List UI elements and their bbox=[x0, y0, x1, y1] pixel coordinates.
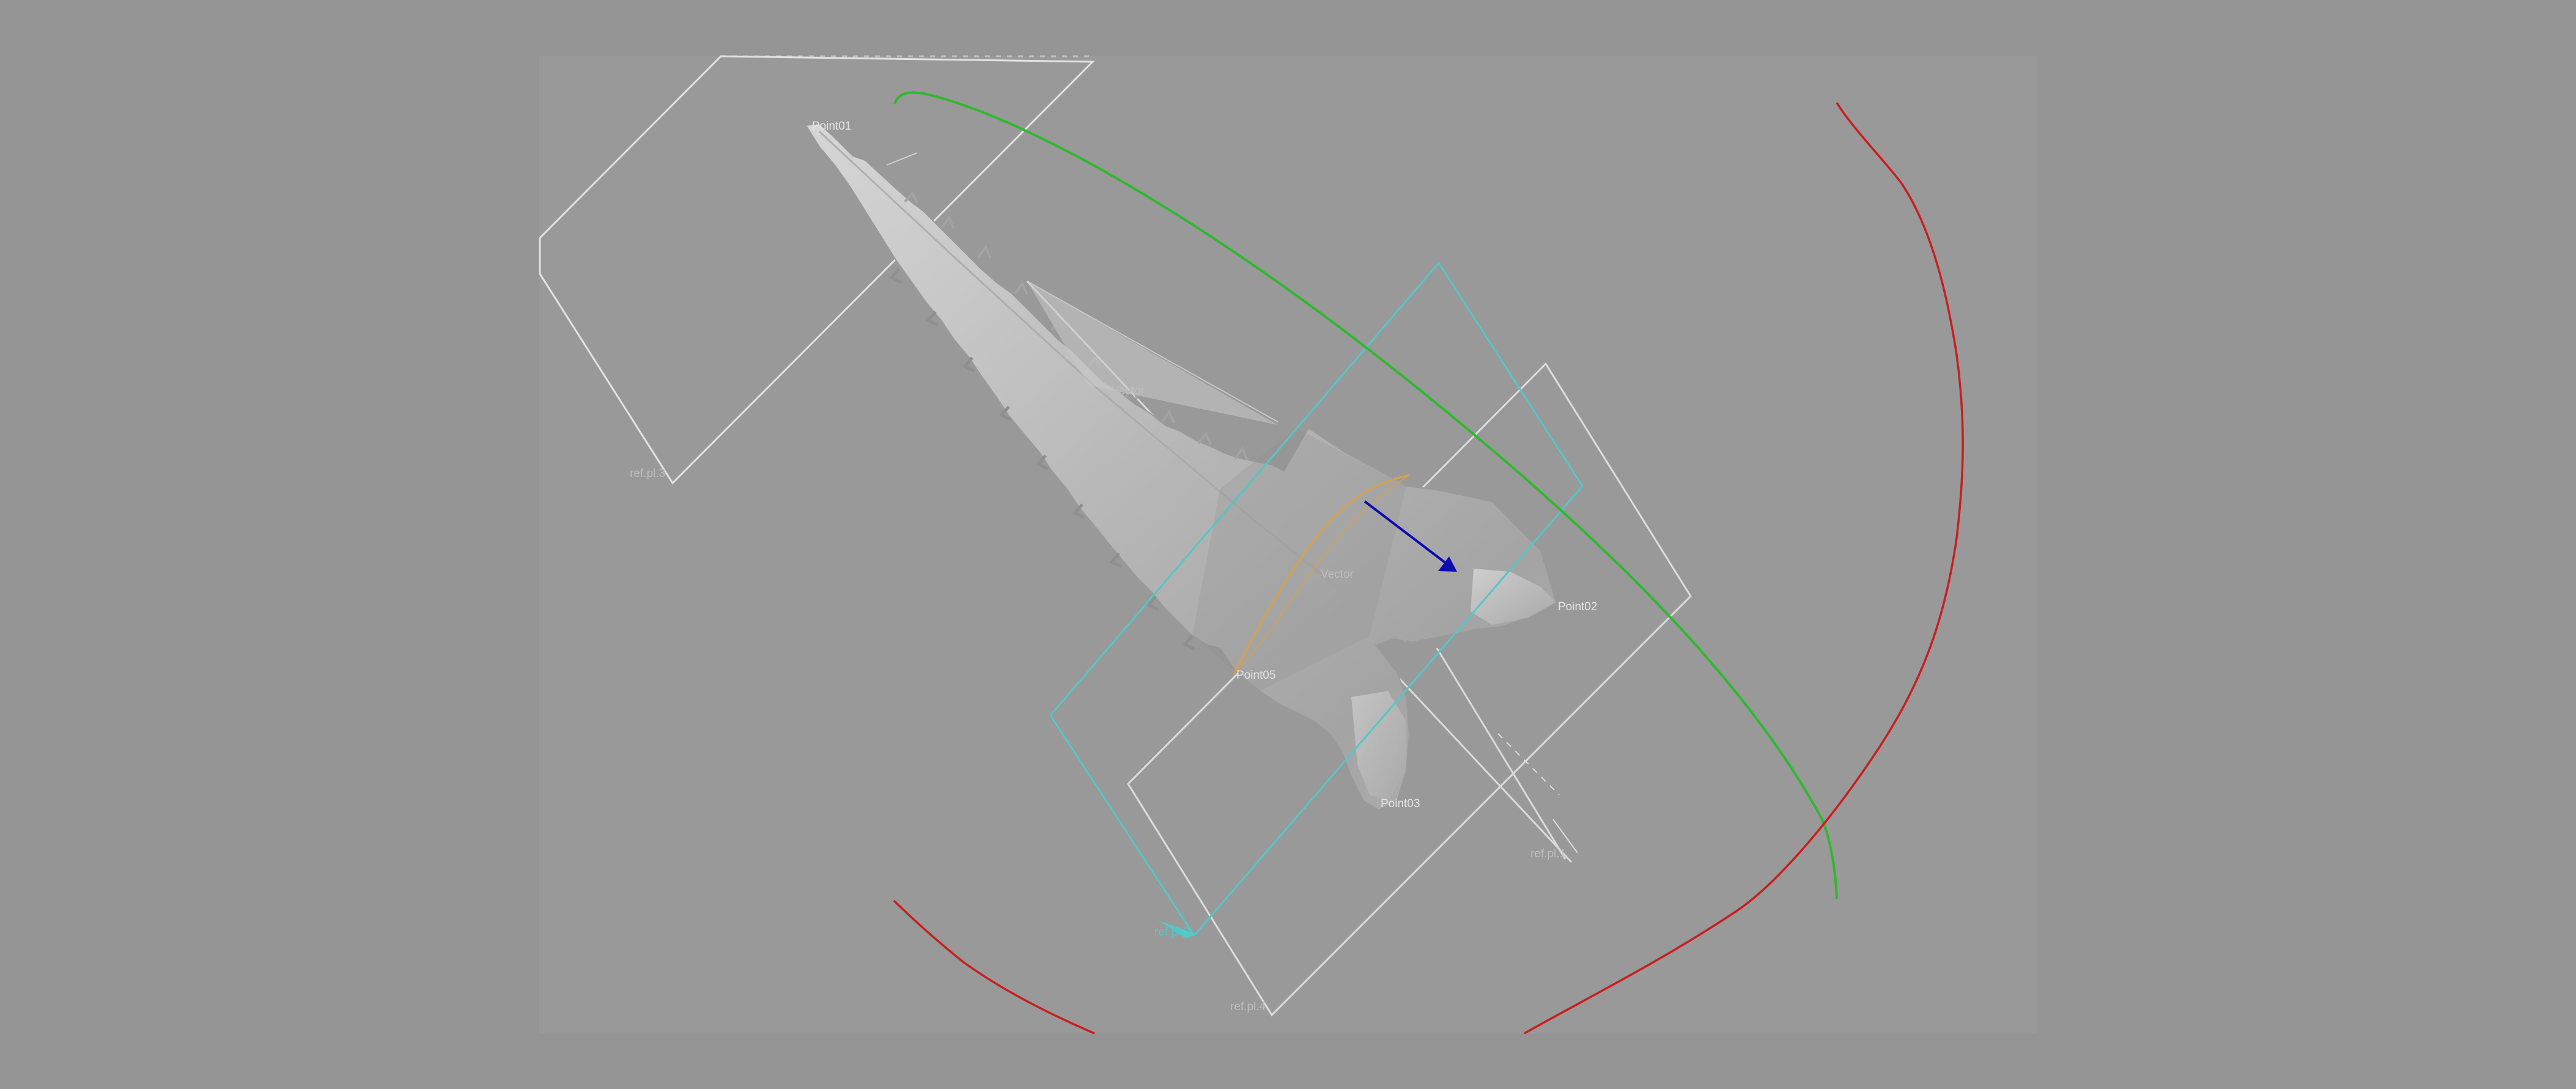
label-vector-center: Vector bbox=[1321, 568, 1354, 581]
3d-viewport[interactable]: Point01 Point02 Point03 Point05 Vector V… bbox=[0, 0, 2576, 1089]
label-point-right: Point02 bbox=[1558, 600, 1597, 613]
label-point-top: Point01 bbox=[812, 120, 851, 133]
rotation-arc-red-right[interactable] bbox=[1524, 102, 1964, 1035]
label-ref-plane-cyan: ref.pl.2 bbox=[1154, 926, 1190, 939]
label-ref-plane-left: ref.pl.3 bbox=[630, 467, 665, 480]
label-ref-plane-right: ref.pl.1 bbox=[1530, 847, 1566, 860]
label-ref-plane-bottom: ref.pl.4 bbox=[1230, 1000, 1266, 1013]
rotation-arc-red-left[interactable] bbox=[893, 899, 1095, 1035]
cad-application-window: Point01 Point02 Point03 Point05 Vector V… bbox=[0, 0, 2576, 1089]
label-point-mid: Point05 bbox=[1236, 669, 1275, 682]
label-vector-upper: Vector bbox=[1112, 385, 1145, 397]
label-point-bottom: Point03 bbox=[1381, 797, 1420, 810]
